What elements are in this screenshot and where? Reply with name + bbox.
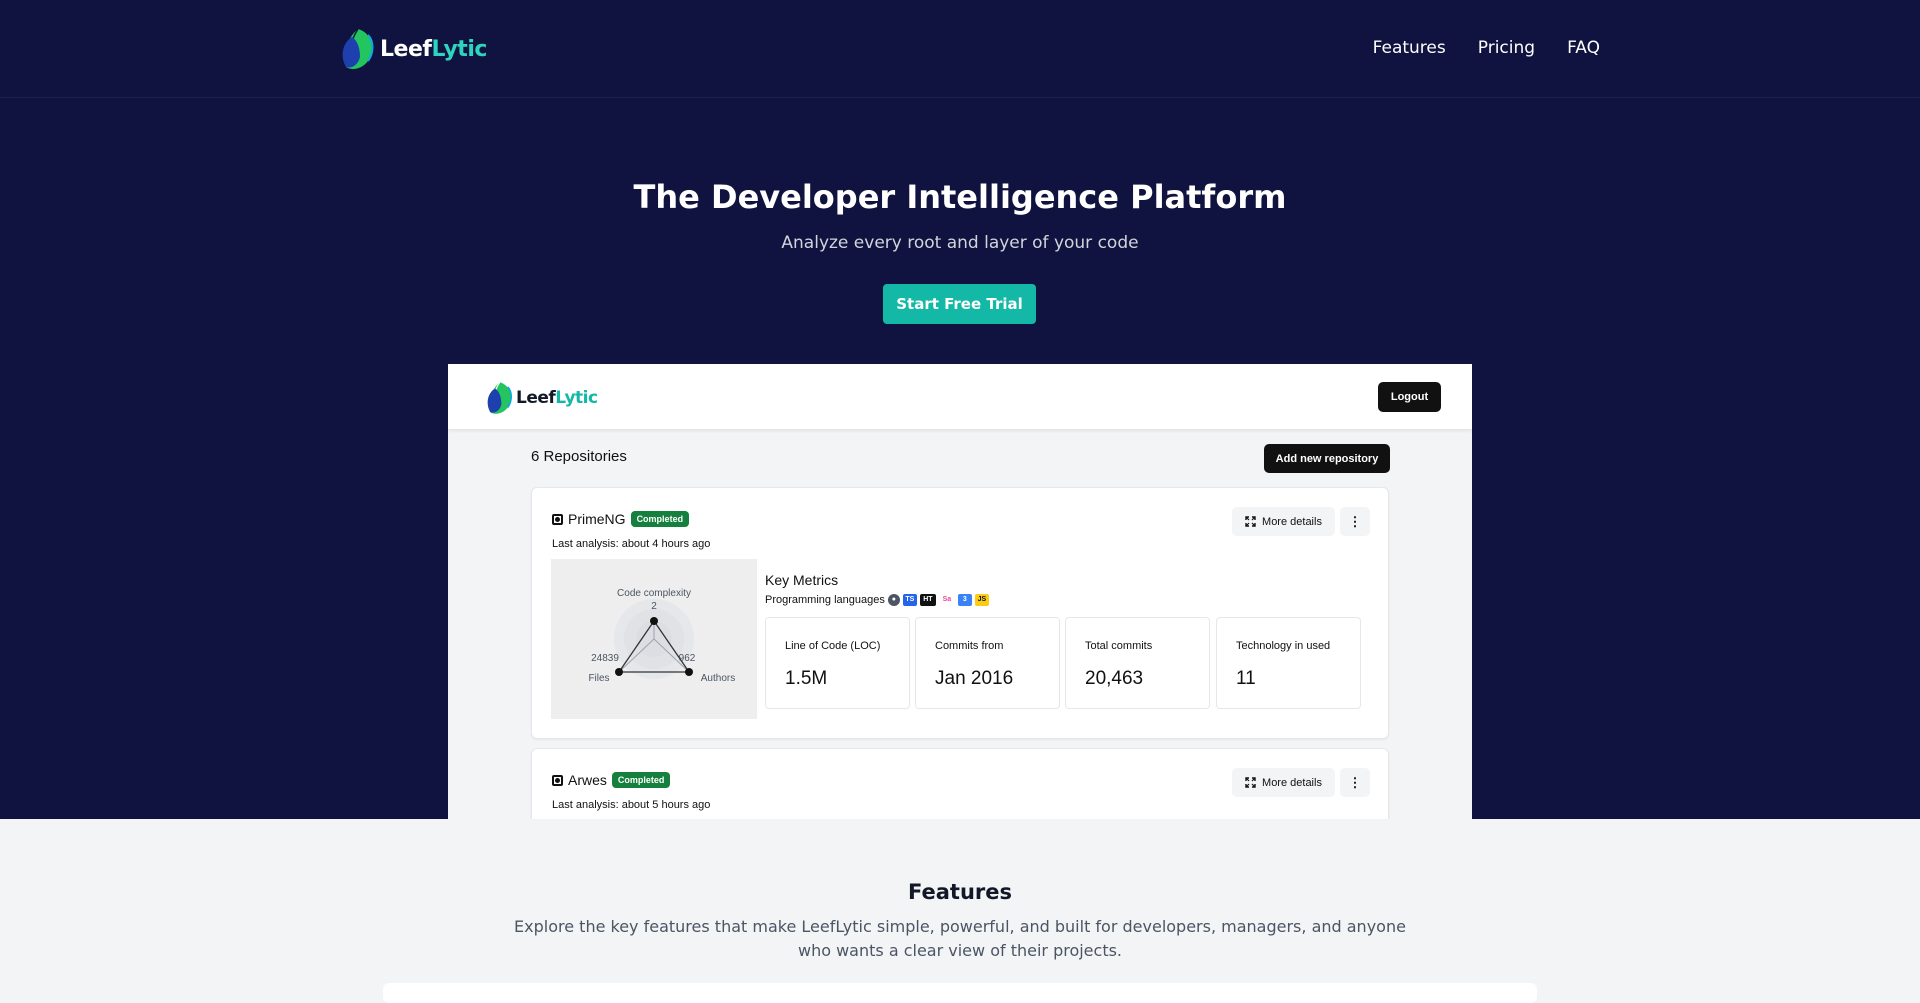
metric-card-loc: Line of Code (LOC) 1.5M	[765, 617, 910, 709]
metric-label: Line of Code (LOC)	[785, 640, 881, 652]
expand-icon	[1245, 516, 1256, 527]
more-details-button[interactable]: More details	[1232, 768, 1335, 797]
metric-label: Commits from	[935, 640, 1004, 652]
metric-card-commits-from: Commits from Jan 2016	[915, 617, 1060, 709]
radar-value-files: 24839	[591, 653, 619, 664]
status-badge: Completed	[611, 772, 671, 788]
radar-label-files: Files	[588, 673, 609, 684]
radar-point	[650, 617, 658, 625]
key-metrics-title: Key Metrics	[765, 572, 839, 588]
repository-card: Arwes Completed Last analysis: about 5 h…	[531, 748, 1389, 819]
radar-point	[685, 668, 693, 676]
expand-icon	[1245, 777, 1256, 788]
hero-title: The Developer Intelligence Platform	[633, 178, 1287, 216]
radar-chart: Code complexity 2 24839 Files 962 Author…	[551, 559, 757, 719]
more-details-label: More details	[1262, 515, 1322, 528]
app-preview: LeefLytic Logout 6 Repositories Add new …	[448, 364, 1472, 819]
typescript-icon: TS	[902, 594, 917, 606]
html-icon: HT	[919, 594, 936, 606]
repository-name[interactable]: Arwes	[568, 772, 607, 788]
programming-languages: Programming languages ● TS HT Sa 3 JS	[765, 594, 989, 606]
leaf-logo-icon	[487, 381, 513, 414]
nav-link-features[interactable]: Features	[1373, 38, 1446, 58]
more-options-icon[interactable]: ⋮	[1340, 507, 1370, 536]
sass-icon: Sa	[942, 596, 952, 603]
logout-button[interactable]: Logout	[1378, 382, 1441, 412]
metric-label: Total commits	[1085, 640, 1153, 652]
css3-icon: 3	[957, 594, 972, 606]
hero-section: The Developer Intelligence Platform Anal…	[0, 98, 1920, 819]
metric-card-total-commits: Total commits 20,463	[1065, 617, 1210, 709]
brand-logo[interactable]: LeefLytic	[338, 27, 487, 71]
features-title: Features	[908, 880, 1012, 904]
leaf-logo-icon	[342, 28, 374, 69]
add-new-repository-button[interactable]: Add new repository	[1264, 444, 1390, 473]
radar-label-authors: Authors	[701, 673, 735, 684]
top-navbar: LeefLytic Features Pricing FAQ	[0, 0, 1920, 98]
hero-subtitle: Analyze every root and layer of your cod…	[781, 233, 1139, 253]
node-icon: ●	[887, 594, 900, 606]
repository-name[interactable]: PrimeNG	[568, 511, 626, 527]
app-header: LeefLytic Logout	[448, 364, 1472, 430]
repository-icon	[552, 774, 563, 786]
metric-value: Jan 2016	[935, 668, 1014, 689]
metric-card-technology: Technology in used 11	[1216, 617, 1361, 709]
features-subtitle: Explore the key features that make LeefL…	[514, 917, 1406, 960]
last-analysis-text: Last analysis: about 5 hours ago	[552, 799, 711, 811]
nav-link-pricing[interactable]: Pricing	[1478, 38, 1535, 58]
programming-languages-label: Programming languages	[765, 594, 885, 606]
start-free-trial-button[interactable]: Start Free Trial	[883, 284, 1036, 324]
brand-name: LeefLytic	[380, 36, 487, 62]
radar-label-code-complexity: Code complexity	[617, 588, 691, 599]
radar-value-code-complexity: 2	[651, 601, 657, 612]
repository-count: 6 Repositories	[531, 448, 627, 465]
nav-link-faq[interactable]: FAQ	[1567, 38, 1600, 58]
more-options-icon[interactable]: ⋮	[1340, 768, 1370, 797]
app-brand-name: LeefLytic	[516, 388, 598, 408]
last-analysis-text: Last analysis: about 4 hours ago	[552, 538, 711, 550]
more-details-label: More details	[1262, 776, 1322, 789]
repository-icon	[552, 513, 563, 525]
repository-title: Arwes Completed	[552, 772, 671, 788]
javascript-icon: JS	[974, 594, 989, 606]
app-brand-logo[interactable]: LeefLytic	[484, 380, 598, 416]
main-nav: Features Pricing FAQ	[1373, 38, 1600, 58]
metric-value: 1.5M	[785, 668, 828, 689]
metric-value: 11	[1236, 668, 1256, 689]
radar-point	[615, 668, 623, 676]
repository-card: PrimeNG Completed Last analysis: about 4…	[531, 487, 1389, 739]
metric-value: 20,463	[1085, 668, 1144, 689]
repository-title: PrimeNG Completed	[552, 511, 690, 527]
metric-label: Technology in used	[1236, 640, 1331, 652]
status-badge: Completed	[630, 511, 690, 527]
features-panel	[383, 983, 1537, 1003]
more-details-button[interactable]: More details	[1232, 507, 1335, 536]
radar-value-authors: 962	[679, 653, 696, 664]
